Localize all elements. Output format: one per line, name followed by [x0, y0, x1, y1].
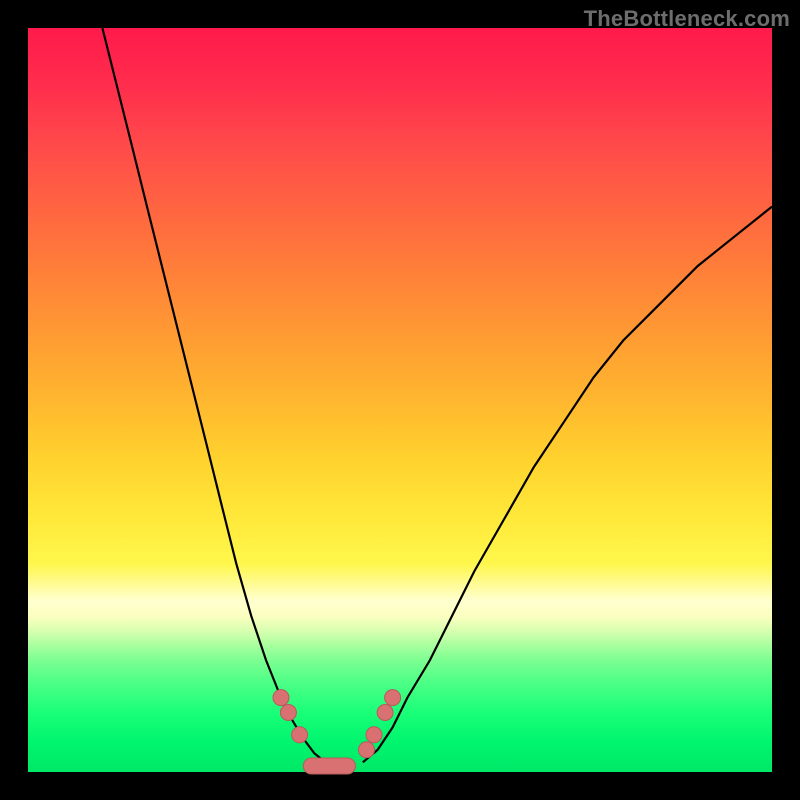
marker-dot: [273, 690, 289, 706]
marker-dot: [359, 742, 375, 758]
curve-layer: [28, 28, 772, 772]
marker-dot: [385, 690, 401, 706]
marker-dot: [377, 705, 393, 721]
right-curve: [363, 207, 772, 763]
marker-dot: [280, 705, 296, 721]
marker-dot: [366, 727, 382, 743]
chart-frame: TheBottleneck.com: [0, 0, 800, 800]
marker-dot: [292, 727, 308, 743]
curve-markers: [273, 690, 401, 774]
plot-area: [28, 28, 772, 772]
left-curve: [102, 28, 325, 762]
floor-bar: [303, 758, 355, 774]
